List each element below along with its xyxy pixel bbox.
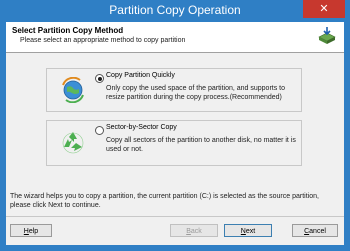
next-button[interactable]: Next xyxy=(224,224,272,237)
cancel-label: ancel xyxy=(309,228,326,235)
wizard-header: Select Partition Copy Method Please sele… xyxy=(6,22,344,53)
help-button[interactable]: Help xyxy=(10,224,52,237)
page-title: Select Partition Copy Method xyxy=(12,26,124,35)
help-label: elp xyxy=(28,228,39,235)
quick-copy-radio[interactable] xyxy=(95,74,104,83)
quick-copy-label[interactable]: Copy Partition Quickly xyxy=(106,72,175,79)
option-quick-copy[interactable]: Copy Partition Quickly Only copy the use… xyxy=(46,68,302,112)
sector-copy-radio[interactable] xyxy=(95,126,104,135)
disk-copy-icon xyxy=(318,27,336,44)
globe-arrows-icon xyxy=(62,77,84,103)
wizard-instruction: The wizard helps you to copy a partition… xyxy=(10,193,319,209)
sector-copy-description: Copy all sectors of the partition to ano… xyxy=(106,137,296,153)
cancel-button[interactable]: Cancel xyxy=(292,224,338,237)
dialog-window: Partition Copy Operation ✕ Select Partit… xyxy=(0,0,350,251)
back-button[interactable]: Back xyxy=(170,224,218,237)
quick-copy-description: Only copy the used space of the partitio… xyxy=(106,85,285,101)
next-label: ext xyxy=(245,228,256,235)
recycle-icon xyxy=(62,132,84,154)
back-label: ack xyxy=(190,228,202,235)
page-subtitle: Please select an appropriate method to c… xyxy=(20,37,186,44)
window-title: Partition Copy Operation xyxy=(109,3,241,17)
close-button[interactable]: ✕ xyxy=(303,0,345,18)
option-sector-copy[interactable]: Sector-by-Sector Copy Copy all sectors o… xyxy=(46,120,302,166)
dialog-client-area: Select Partition Copy Method Please sele… xyxy=(6,22,344,245)
title-bar[interactable]: Partition Copy Operation ✕ xyxy=(0,0,350,22)
footer-divider xyxy=(6,216,344,217)
sector-copy-label[interactable]: Sector-by-Sector Copy xyxy=(106,124,177,131)
